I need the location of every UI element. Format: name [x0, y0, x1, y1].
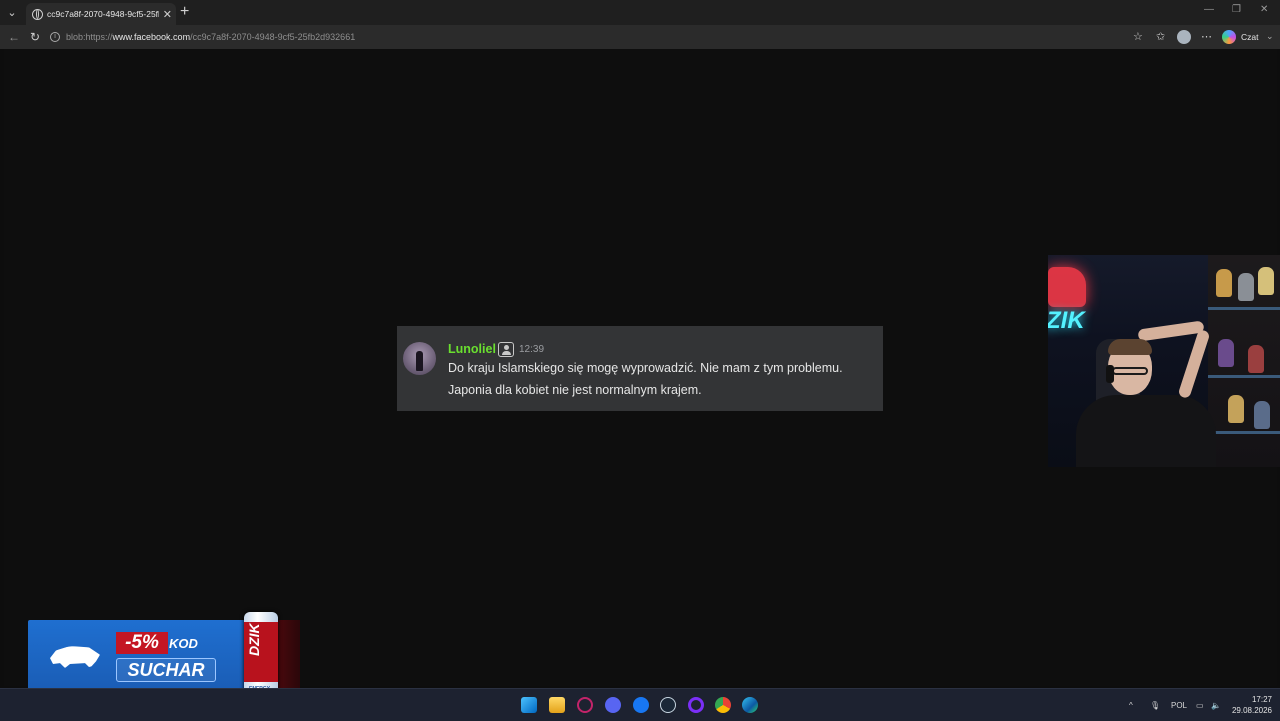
- message-author: Lunoliel: [448, 342, 496, 356]
- neon-boar-sign: [1048, 267, 1086, 307]
- neon-text: ZIK: [1048, 307, 1085, 334]
- tray-chevron-up-icon[interactable]: ^: [1129, 701, 1133, 710]
- message-text-line-2: Japonia dla kobiet nie jest normalnym kr…: [448, 383, 702, 397]
- windows-start-icon[interactable]: [521, 697, 537, 713]
- user-avatar: [403, 342, 436, 375]
- chat-message: Lunoliel 12:39 Do kraju Islamskiego się …: [397, 326, 883, 411]
- browser-icon[interactable]: [688, 697, 704, 713]
- collectibles-shelf: [1208, 255, 1280, 467]
- chevron-down-icon[interactable]: ⌄: [1266, 31, 1274, 42]
- glasses: [1112, 367, 1148, 375]
- opera-gx-icon[interactable]: [577, 697, 593, 713]
- discord-icon[interactable]: [605, 697, 621, 713]
- steam-icon[interactable]: [660, 697, 676, 713]
- tab-title: cc9c7a8f-2070-4948-9cf5-25fb2d: [47, 9, 159, 19]
- more-icon[interactable]: ⋯: [1201, 30, 1212, 43]
- facebook-icon[interactable]: [633, 697, 649, 713]
- microphone-icon[interactable]: 🎙: [1150, 701, 1160, 710]
- address-bar[interactable]: i blob:https://www.facebook.com/cc9c7a8f…: [50, 28, 1150, 46]
- discount-badge: -5%: [116, 632, 168, 654]
- url-scheme: blob:https://: [66, 32, 113, 42]
- volume-icon[interactable]: 🔈: [1211, 701, 1221, 710]
- profile-avatar[interactable]: [1177, 30, 1191, 44]
- url-host: www.facebook.com: [112, 32, 191, 42]
- streamer-hair: [1108, 339, 1152, 355]
- language-indicator[interactable]: POL: [1171, 701, 1187, 710]
- streamer-body: [1076, 395, 1216, 467]
- window-close-icon[interactable]: ✕: [1260, 4, 1268, 15]
- streamer-forearm: [1177, 328, 1211, 400]
- clock-time: 17:27: [1251, 695, 1272, 704]
- new-tab-button[interactable]: +: [180, 4, 189, 20]
- taskbar-clock[interactable]: 17:27 29.08.2026: [1228, 694, 1272, 716]
- star-icon[interactable]: ☆: [1133, 30, 1143, 43]
- chrome-icon[interactable]: [715, 697, 731, 713]
- address-bar-row: ← ↻ i blob:https://www.facebook.com/cc9c…: [0, 25, 1280, 49]
- headset: [1106, 365, 1114, 383]
- message-text-line-1: Do kraju Islamskiego się mogę wyprowadzi…: [448, 361, 843, 375]
- clock-date: 29.08.2026: [1231, 706, 1272, 715]
- energy-drink-can: DZIK ENERGY: [244, 612, 278, 698]
- promo-banner: -5% KOD SUCHAR DZIK ENERGY: [28, 612, 300, 698]
- browser-titlebar: ⌄ cc9c7a8f-2070-4948-9cf5-25fb2d ✕ + — ❐…: [0, 0, 1280, 25]
- network-icon[interactable]: ▭: [1196, 701, 1204, 710]
- user-role-icon: [498, 342, 514, 357]
- file-explorer-icon[interactable]: [549, 697, 565, 713]
- webcam-overlay: ZIK: [1048, 255, 1280, 467]
- streamer-arm: [1137, 320, 1205, 342]
- copilot-icon[interactable]: [1222, 30, 1236, 44]
- tab-list-chevron-down-icon[interactable]: ⌄: [4, 5, 20, 21]
- edge-icon[interactable]: [742, 697, 758, 713]
- collections-icon[interactable]: ✩: [1156, 30, 1165, 43]
- message-timestamp: 12:39: [519, 344, 545, 355]
- copilot-chat-button[interactable]: Czat: [1241, 32, 1258, 42]
- site-info-icon[interactable]: i: [50, 32, 60, 42]
- minimize-icon[interactable]: —: [1204, 4, 1214, 15]
- browser-tab[interactable]: cc9c7a8f-2070-4948-9cf5-25fb2d ✕: [26, 3, 176, 25]
- url-path: /cc9c7a8f-2070-4948-9cf5-25fb2d932661: [190, 32, 356, 42]
- promo-code: SUCHAR: [116, 658, 216, 682]
- restore-icon[interactable]: ❐: [1232, 4, 1241, 15]
- back-arrow-icon[interactable]: ←: [8, 29, 20, 45]
- code-label: KOD: [169, 636, 198, 651]
- globe-icon: [32, 8, 43, 20]
- can-brand: DZIK: [246, 623, 262, 656]
- refresh-icon[interactable]: ↻: [30, 29, 40, 45]
- tab-close-icon[interactable]: ✕: [163, 8, 172, 21]
